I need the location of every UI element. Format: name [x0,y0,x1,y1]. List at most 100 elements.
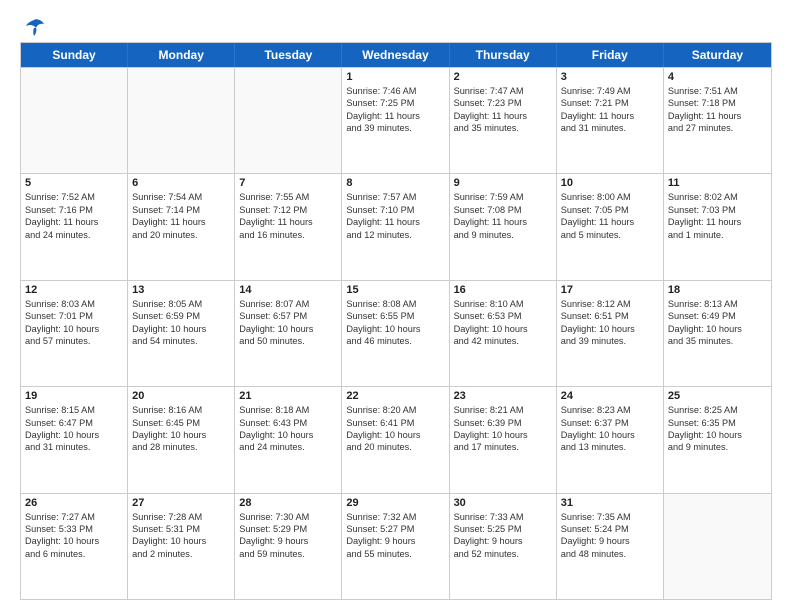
cell-line: and 1 minute. [668,229,767,241]
cell-line: and 55 minutes. [346,548,444,560]
calendar-cell-1-2 [128,68,235,173]
cell-line: Daylight: 11 hours [346,216,444,228]
calendar-cell-2-4: 8Sunrise: 7:57 AMSunset: 7:10 PMDaylight… [342,174,449,279]
cell-line: Sunrise: 8:12 AM [561,298,659,310]
cell-line: Sunrise: 8:16 AM [132,404,230,416]
cell-line: and 57 minutes. [25,335,123,347]
cell-line: Sunrise: 8:25 AM [668,404,767,416]
cell-line: Sunset: 6:53 PM [454,310,552,322]
day-number: 3 [561,71,659,83]
cell-line: Daylight: 10 hours [25,323,123,335]
cell-line: Daylight: 11 hours [668,110,767,122]
cell-line: Daylight: 10 hours [132,535,230,547]
cell-line: Sunset: 5:33 PM [25,523,123,535]
cell-line: and 17 minutes. [454,441,552,453]
cell-line: Sunset: 7:01 PM [25,310,123,322]
cell-line: Daylight: 11 hours [561,216,659,228]
cell-line: Sunrise: 7:46 AM [346,85,444,97]
header-day-monday: Monday [128,43,235,67]
cell-line: Sunset: 7:18 PM [668,97,767,109]
day-number: 18 [668,284,767,296]
day-number: 24 [561,390,659,402]
cell-line: Sunrise: 7:55 AM [239,191,337,203]
cell-line: Sunrise: 7:35 AM [561,511,659,523]
cell-line: Daylight: 10 hours [132,323,230,335]
cell-line: Daylight: 9 hours [346,535,444,547]
cell-line: Sunrise: 7:54 AM [132,191,230,203]
day-number: 28 [239,497,337,509]
cell-line: Sunset: 6:41 PM [346,417,444,429]
cell-line: Sunrise: 7:59 AM [454,191,552,203]
calendar-cell-4-2: 20Sunrise: 8:16 AMSunset: 6:45 PMDayligh… [128,387,235,492]
cell-line: Sunrise: 8:02 AM [668,191,767,203]
day-number: 26 [25,497,123,509]
cell-line: Daylight: 10 hours [561,323,659,335]
cell-line: Sunrise: 8:00 AM [561,191,659,203]
cell-line: Daylight: 10 hours [454,323,552,335]
cell-line: Daylight: 11 hours [132,216,230,228]
cell-line: Sunset: 5:31 PM [132,523,230,535]
cell-line: Sunset: 6:49 PM [668,310,767,322]
calendar-cell-5-6: 31Sunrise: 7:35 AMSunset: 5:24 PMDayligh… [557,494,664,599]
cell-line: Sunrise: 8:05 AM [132,298,230,310]
header [20,18,772,32]
calendar-header: SundayMondayTuesdayWednesdayThursdayFrid… [21,43,771,67]
calendar-cell-2-6: 10Sunrise: 8:00 AMSunset: 7:05 PMDayligh… [557,174,664,279]
cell-line: Sunrise: 8:20 AM [346,404,444,416]
day-number: 13 [132,284,230,296]
cell-line: and 9 minutes. [454,229,552,241]
cell-line: and 24 minutes. [25,229,123,241]
cell-line: Daylight: 10 hours [346,429,444,441]
cell-line: Sunset: 7:03 PM [668,204,767,216]
cell-line: and 12 minutes. [346,229,444,241]
calendar-cell-3-4: 15Sunrise: 8:08 AMSunset: 6:55 PMDayligh… [342,281,449,386]
header-day-sunday: Sunday [21,43,128,67]
cell-line: and 52 minutes. [454,548,552,560]
cell-line: Daylight: 11 hours [346,110,444,122]
calendar-cell-5-5: 30Sunrise: 7:33 AMSunset: 5:25 PMDayligh… [450,494,557,599]
day-number: 27 [132,497,230,509]
cell-line: Daylight: 10 hours [132,429,230,441]
day-number: 29 [346,497,444,509]
cell-line: Sunrise: 8:08 AM [346,298,444,310]
calendar-cell-2-7: 11Sunrise: 8:02 AMSunset: 7:03 PMDayligh… [664,174,771,279]
cell-line: and 39 minutes. [346,122,444,134]
cell-line: Sunset: 5:29 PM [239,523,337,535]
calendar-cell-4-6: 24Sunrise: 8:23 AMSunset: 6:37 PMDayligh… [557,387,664,492]
cell-line: and 16 minutes. [239,229,337,241]
cell-line: and 35 minutes. [668,335,767,347]
day-number: 11 [668,177,767,189]
cell-line: Sunrise: 7:32 AM [346,511,444,523]
header-day-thursday: Thursday [450,43,557,67]
cell-line: Sunset: 6:51 PM [561,310,659,322]
header-day-tuesday: Tuesday [235,43,342,67]
cell-line: Daylight: 10 hours [239,323,337,335]
calendar-cell-4-3: 21Sunrise: 8:18 AMSunset: 6:43 PMDayligh… [235,387,342,492]
calendar-row-2: 5Sunrise: 7:52 AMSunset: 7:16 PMDaylight… [21,173,771,279]
day-number: 12 [25,284,123,296]
cell-line: and 39 minutes. [561,335,659,347]
cell-line: Sunset: 7:25 PM [346,97,444,109]
day-number: 16 [454,284,552,296]
day-number: 21 [239,390,337,402]
cell-line: Sunset: 6:35 PM [668,417,767,429]
day-number: 23 [454,390,552,402]
calendar-cell-1-1 [21,68,128,173]
cell-line: Sunrise: 8:10 AM [454,298,552,310]
cell-line: Daylight: 11 hours [454,216,552,228]
calendar-cell-4-1: 19Sunrise: 8:15 AMSunset: 6:47 PMDayligh… [21,387,128,492]
day-number: 2 [454,71,552,83]
cell-line: Sunset: 6:45 PM [132,417,230,429]
cell-line: and 20 minutes. [346,441,444,453]
calendar-row-4: 19Sunrise: 8:15 AMSunset: 6:47 PMDayligh… [21,386,771,492]
calendar-cell-3-1: 12Sunrise: 8:03 AMSunset: 7:01 PMDayligh… [21,281,128,386]
cell-line: Sunrise: 8:15 AM [25,404,123,416]
calendar-cell-5-1: 26Sunrise: 7:27 AMSunset: 5:33 PMDayligh… [21,494,128,599]
cell-line: and 35 minutes. [454,122,552,134]
cell-line: and 50 minutes. [239,335,337,347]
cell-line: Sunrise: 7:57 AM [346,191,444,203]
cell-line: Sunset: 6:37 PM [561,417,659,429]
day-number: 7 [239,177,337,189]
cell-line: Sunset: 7:08 PM [454,204,552,216]
calendar-cell-2-5: 9Sunrise: 7:59 AMSunset: 7:08 PMDaylight… [450,174,557,279]
